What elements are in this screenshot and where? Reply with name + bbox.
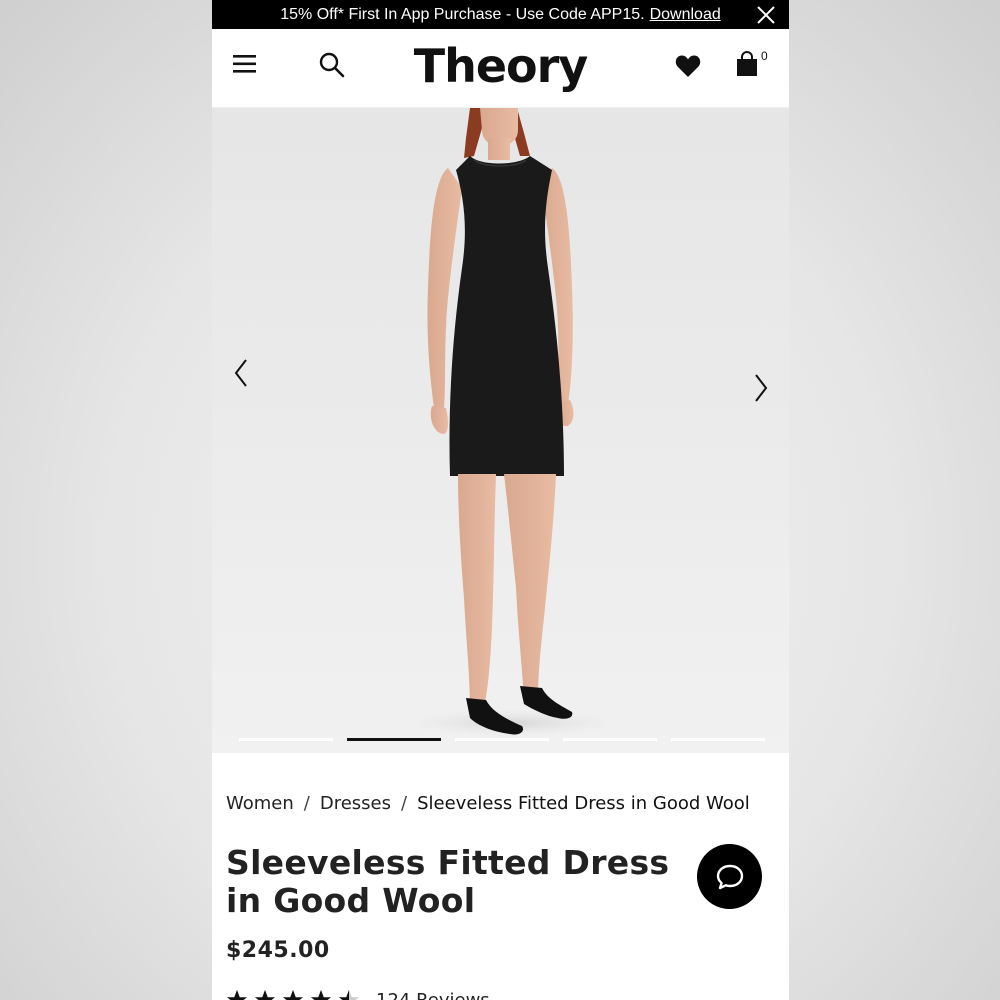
slide-indicator[interactable] [563,738,657,741]
star-icon [282,989,304,1000]
breadcrumb-separator: / [303,793,310,814]
product-info: Women / Dresses / Sleeveless Fitted Dres… [212,793,789,1000]
breadcrumb-current: Sleeveless Fitted Dress in Good Wool [417,793,750,814]
half-star-icon [338,989,360,1000]
star-icon [254,989,276,1000]
slide-indicator[interactable] [239,738,333,741]
promo-text: 15% Off* First In App Purchase - Use Cod… [280,5,645,23]
slide-indicator[interactable] [671,738,765,741]
slide-indicator-active[interactable] [347,738,441,741]
promo-banner: 15% Off* First In App Purchase - Use Cod… [212,0,789,29]
chat-icon [716,864,743,889]
breadcrumb-dresses[interactable]: Dresses [320,793,391,814]
breadcrumb: Women / Dresses / Sleeveless Fitted Dres… [226,793,775,814]
breadcrumb-women[interactable]: Women [226,793,294,814]
star-icon [226,989,248,1000]
reviews-link[interactable]: 124 Reviews [376,990,490,1000]
rating[interactable]: 124 Reviews [226,989,775,1000]
site-header: Theory 0 [212,29,789,108]
slide-indicators [239,738,765,741]
product-title: Sleeveless Fitted Dress in Good Wool [226,843,670,920]
breadcrumb-separator: / [401,793,408,814]
bag-icon[interactable] [735,51,759,77]
slide-indicator[interactable] [455,738,549,741]
heart-icon[interactable] [675,54,701,78]
product-page: 15% Off* First In App Purchase - Use Cod… [212,0,789,1000]
product-price: $245.00 [226,938,330,963]
chevron-right-icon[interactable] [750,371,772,405]
close-icon[interactable] [757,6,775,24]
bag-count: 0 [761,49,768,63]
brand-logo[interactable]: Theory [212,39,789,93]
product-image-gallery[interactable] [212,108,789,753]
download-link[interactable]: Download [650,6,721,24]
star-icon [310,989,332,1000]
product-photo [402,108,622,737]
chevron-left-icon[interactable] [230,356,252,390]
chat-button[interactable] [697,844,762,909]
